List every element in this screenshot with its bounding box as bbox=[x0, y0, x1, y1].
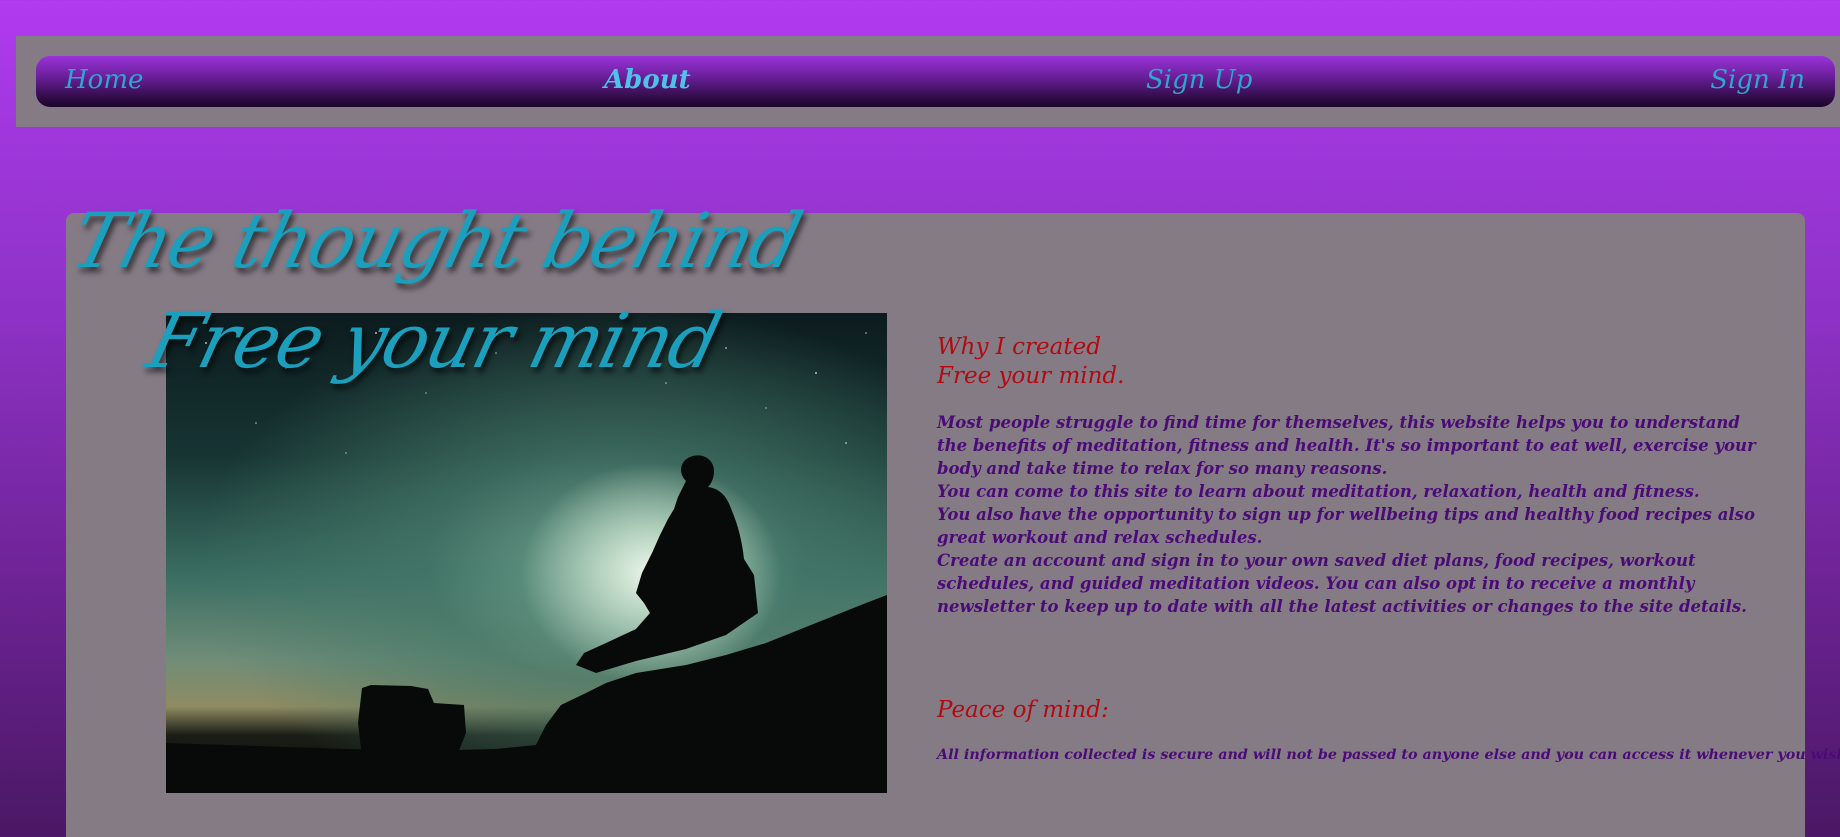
peace-of-mind-heading: Peace of mind: bbox=[937, 697, 1109, 723]
about-paragraph-4: Create an account and sign in to your ow… bbox=[937, 551, 1747, 616]
navbar: Home About Sign Up Sign In bbox=[36, 56, 1835, 107]
nav-wrapper: Home About Sign Up Sign In bbox=[16, 36, 1840, 127]
why-heading-line1: Why I created bbox=[937, 334, 1101, 360]
hero-photo-meditation-silhouette bbox=[166, 313, 887, 793]
person-silhouette bbox=[576, 455, 758, 673]
about-paragraph-1: Most people struggle to find time for th… bbox=[937, 413, 1756, 478]
hero-title-line1: The thought behind bbox=[62, 196, 809, 285]
about-paragraph-3: You also have the opportunity to sign up… bbox=[937, 505, 1755, 547]
about-body-text: Most people struggle to find time for th… bbox=[937, 411, 1757, 618]
peace-of-mind-text: All information collected is secure and … bbox=[937, 747, 1840, 763]
silhouette-illustration bbox=[166, 326, 887, 793]
about-paragraph-2: You can come to this site to learn about… bbox=[937, 482, 1700, 501]
rock-silhouette bbox=[358, 685, 466, 758]
why-heading: Why I created Free your mind. bbox=[937, 333, 1124, 391]
nav-link-sign-up[interactable]: Sign Up bbox=[1146, 65, 1252, 95]
nav-link-home[interactable]: Home bbox=[65, 65, 143, 95]
nav-link-about[interactable]: About bbox=[604, 65, 691, 95]
hero-title-line2: Free your mind bbox=[138, 296, 729, 385]
nav-link-sign-in[interactable]: Sign In bbox=[1710, 65, 1805, 95]
why-heading-line2: Free your mind. bbox=[937, 363, 1125, 389]
ground-silhouette bbox=[166, 595, 887, 793]
